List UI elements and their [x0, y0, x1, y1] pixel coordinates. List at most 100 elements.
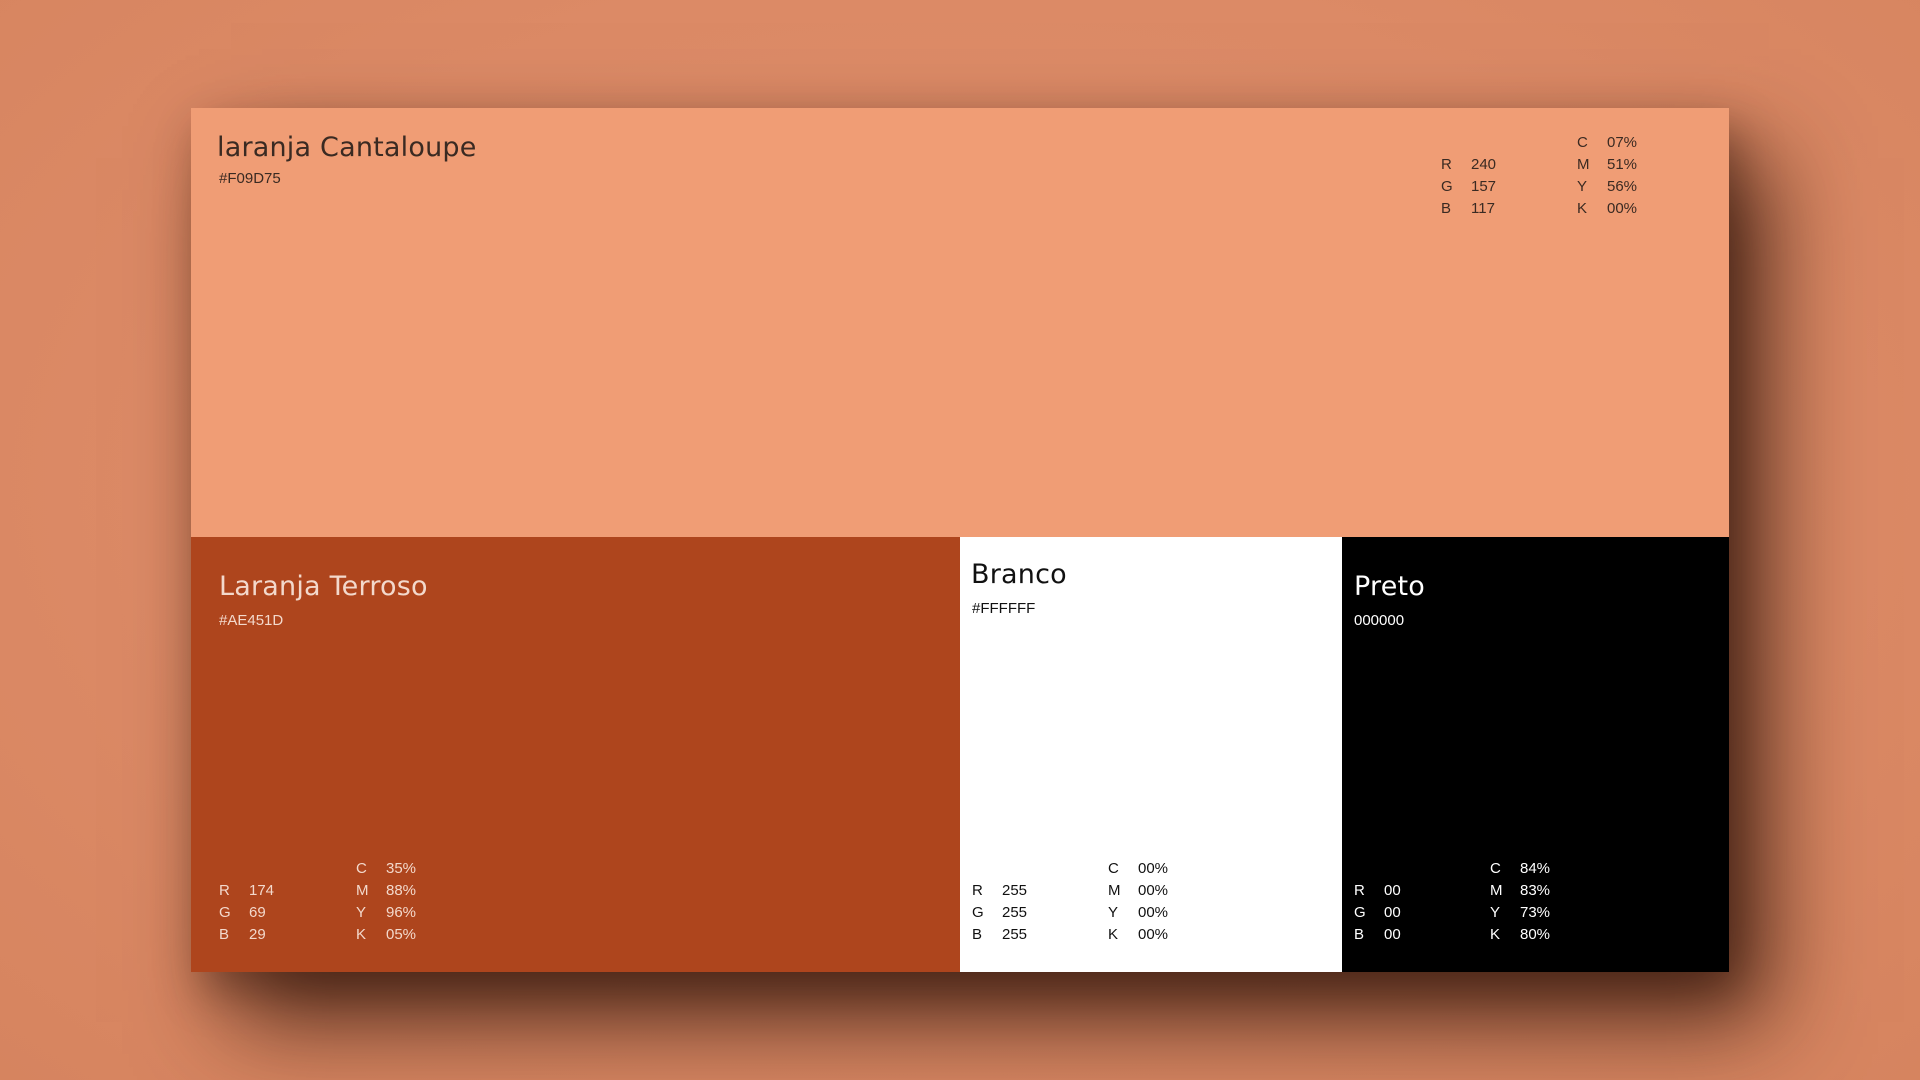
swatch-preto: Preto 000000 R 00 G 00 B 00 C 84% M 83% Y 73% K 80%: [1342, 537, 1729, 972]
channel-label: C: [356, 860, 367, 877]
channel-value: 255: [1002, 926, 1028, 943]
channel-label: Y: [1577, 178, 1588, 195]
swatch-hex: #F09D75: [219, 170, 281, 187]
swatch-name: Laranja Terroso: [219, 571, 428, 602]
cmyk-values: C 84% M 83% Y 73% K 80%: [1490, 858, 1580, 946]
channel-value: 174: [249, 882, 275, 899]
value-row: R 240: [1441, 154, 1531, 176]
value-row: R 174: [219, 880, 309, 902]
value-row: M 88%: [356, 880, 446, 902]
channel-label: Y: [356, 904, 367, 921]
channel-value: 80%: [1520, 926, 1551, 943]
value-row: C 07%: [1577, 132, 1667, 154]
channel-label: B: [1354, 926, 1365, 943]
value-row: R 00: [1354, 880, 1444, 902]
channel-label: G: [972, 904, 984, 921]
channel-value: 255: [1002, 882, 1028, 899]
channel-value: 255: [1002, 904, 1028, 921]
swatch-hex: #AE451D: [219, 612, 284, 629]
swatch-cantaloupe: laranja Cantaloupe #F09D75 R 240 G 157 B 117 …: [191, 108, 1729, 537]
channel-value: 00%: [1138, 860, 1169, 877]
palette-board: laranja Cantaloupe #F09D75 R 240 G 157 B 117 …: [191, 108, 1729, 972]
value-row: B 255: [972, 924, 1062, 946]
channel-label: G: [1354, 904, 1366, 921]
swatch-hex: 000000: [1354, 612, 1405, 629]
value-row: B 29: [219, 924, 309, 946]
swatch-name: Preto: [1354, 571, 1426, 602]
value-row: M 00%: [1108, 880, 1198, 902]
cmyk-values: C 07% M 51% Y 56% K 00%: [1577, 132, 1667, 220]
value-row: K 05%: [356, 924, 446, 946]
channel-label: R: [972, 882, 983, 899]
value-row: C 35%: [356, 858, 446, 880]
swatch-terroso: Laranja Terroso #AE451D R 174 G 69 B 29 C 35% M…: [191, 537, 960, 972]
channel-label: R: [219, 882, 230, 899]
value-row: G 255: [972, 902, 1062, 924]
rgb-values: R 240 G 157 B 117: [1441, 154, 1531, 220]
value-row: K 00%: [1108, 924, 1198, 946]
channel-label: M: [1490, 882, 1503, 899]
channel-value: 240: [1471, 156, 1497, 173]
value-row: G 00: [1354, 902, 1444, 924]
channel-label: C: [1108, 860, 1119, 877]
value-row: Y 00%: [1108, 902, 1198, 924]
channel-value: 00: [1384, 882, 1401, 899]
cmyk-values: C 35% M 88% Y 96% K 05%: [356, 858, 446, 946]
swatch-hex: #FFFFFF: [972, 600, 1036, 617]
channel-label: Y: [1490, 904, 1501, 921]
channel-value: 83%: [1520, 882, 1551, 899]
swatch-branco: Branco #FFFFFF R 255 G 255 B 255 C 00% M 00% Y 00%…: [960, 537, 1342, 972]
cmyk-values: C 00% M 00% Y 00% K 00%: [1108, 858, 1198, 946]
channel-label: K: [1108, 926, 1119, 943]
rgb-values: R 255 G 255 B 255: [972, 880, 1062, 946]
channel-value: 00%: [1607, 200, 1638, 217]
channel-value: 56%: [1607, 178, 1638, 195]
value-row: M 51%: [1577, 154, 1667, 176]
channel-label: K: [356, 926, 367, 943]
channel-value: 117: [1471, 200, 1495, 217]
channel-value: 69: [249, 904, 266, 921]
value-row: K 00%: [1577, 198, 1667, 220]
channel-label: B: [1441, 200, 1452, 217]
value-row: Y 73%: [1490, 902, 1580, 924]
value-row: G 157: [1441, 176, 1531, 198]
channel-value: 88%: [386, 882, 417, 899]
value-row: M 83%: [1490, 880, 1580, 902]
channel-value: 00: [1384, 904, 1401, 921]
channel-label: Y: [1108, 904, 1119, 921]
channel-value: 00%: [1138, 926, 1169, 943]
rgb-values: R 174 G 69 B 29: [219, 880, 309, 946]
value-row: Y 56%: [1577, 176, 1667, 198]
channel-value: 00%: [1138, 904, 1169, 921]
channel-label: B: [219, 926, 230, 943]
channel-label: G: [219, 904, 231, 921]
channel-label: C: [1490, 860, 1501, 877]
channel-label: G: [1441, 178, 1453, 195]
value-row: C 84%: [1490, 858, 1580, 880]
value-row: Y 96%: [356, 902, 446, 924]
channel-value: 73%: [1520, 904, 1551, 921]
rgb-values: R 00 G 00 B 00: [1354, 880, 1444, 946]
channel-value: 35%: [386, 860, 417, 877]
channel-label: M: [1577, 156, 1590, 173]
channel-label: R: [1441, 156, 1452, 173]
value-row: B 00: [1354, 924, 1444, 946]
channel-label: R: [1354, 882, 1365, 899]
channel-value: 96%: [386, 904, 417, 921]
channel-value: 00: [1384, 926, 1401, 943]
value-row: R 255: [972, 880, 1062, 902]
channel-value: 157: [1471, 178, 1497, 195]
channel-value: 05%: [386, 926, 417, 943]
channel-label: M: [356, 882, 369, 899]
swatch-name: Branco: [971, 559, 1067, 590]
value-row: G 69: [219, 902, 309, 924]
swatch-name: laranja Cantaloupe: [217, 132, 477, 163]
channel-value: 07%: [1607, 134, 1638, 151]
channel-label: K: [1490, 926, 1501, 943]
channel-label: K: [1577, 200, 1588, 217]
channel-value: 00%: [1138, 882, 1169, 899]
channel-label: C: [1577, 134, 1588, 151]
channel-value: 51%: [1607, 156, 1638, 173]
channel-label: M: [1108, 882, 1121, 899]
channel-label: B: [972, 926, 983, 943]
